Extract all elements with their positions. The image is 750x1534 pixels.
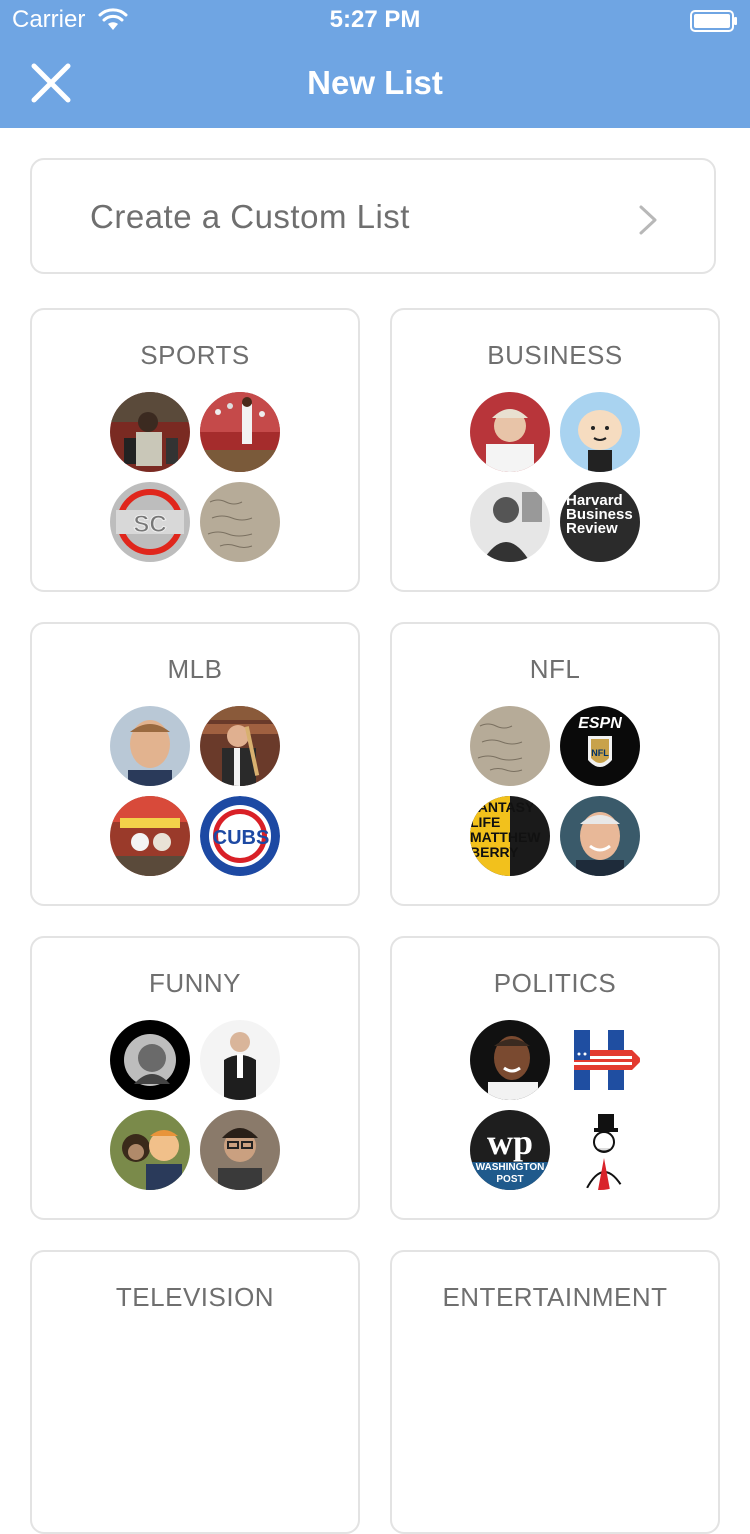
category-card-mlb[interactable]: MLB CUBS (30, 622, 360, 906)
avatar-cartoon-character (560, 392, 640, 472)
avatar-dogs-photo (110, 796, 190, 876)
avatar-sc-logo: SC (110, 482, 190, 562)
avatar-group: wp WASHINGTON POST (470, 1020, 642, 1192)
page-title: New List (307, 64, 443, 101)
avatar-h-logo (560, 1020, 640, 1100)
avatar-bw-man (470, 482, 550, 562)
avatar-man-smiling (470, 392, 550, 472)
avatar-man-headshot (110, 706, 190, 786)
avatar-man-glasses (200, 1110, 280, 1190)
wp-logo-mark: wp (487, 1122, 533, 1162)
wp-logo-name: WASHINGTON POST (475, 1162, 545, 1185)
chevron-right-icon (639, 205, 657, 235)
hbr-logo-text: Harvard Business Review (566, 494, 633, 537)
avatar-bw-portrait (110, 1020, 190, 1100)
avatar-monopoly-man (560, 1110, 640, 1190)
category-title: BUSINESS (487, 340, 623, 370)
avatar-obama (470, 1020, 550, 1100)
battery-icon (690, 10, 737, 32)
category-card-sports[interactable]: SPORTS SC (30, 308, 360, 592)
category-title: NFL (529, 654, 581, 684)
avatar-cubs-logo: CUBS (200, 796, 280, 876)
category-title: ENTERTAINMENT (442, 1282, 668, 1312)
status-time: 5:27 PM (329, 6, 421, 33)
nfl-logo-text: NFL (591, 748, 609, 758)
category-card-politics[interactable]: POLITICS wp WASHINGTON POST (390, 936, 720, 1220)
avatar-player-portrait (110, 392, 190, 472)
fantasy-life-text: FANTASY LIFE MATTHEW BERRY (470, 800, 541, 860)
avatar-baseball-crowd (200, 392, 280, 472)
category-title: POLITICS (493, 968, 617, 998)
navigation-bar: New List (0, 40, 750, 128)
category-title: TELEVISION (115, 1282, 275, 1312)
avatar-group: ESPN NFL FANTASY LIFE MATTHEW BERRY (470, 706, 642, 878)
avatar-coach-smiling (560, 796, 640, 876)
avatar-handwritten-note (470, 706, 550, 786)
cubs-logo-text: CUBS (213, 827, 270, 849)
sc-logo-text: SC (133, 511, 166, 538)
avatar-fantasy-life: FANTASY LIFE MATTHEW BERRY (470, 796, 550, 876)
category-title: SPORTS (140, 340, 250, 370)
category-card-television[interactable]: TELEVISION (30, 1250, 360, 1534)
avatar-group: SC (110, 392, 282, 564)
category-card-funny[interactable]: FUNNY (30, 936, 360, 1220)
category-card-entertainment[interactable]: ENTERTAINMENT (390, 1250, 720, 1534)
category-card-business[interactable]: BUSINESS Harvard Business Review (390, 308, 720, 592)
category-card-nfl[interactable]: NFL ESPN NFL FANTASY LIFE MATTHEW BERRY (390, 622, 720, 906)
category-title: FUNNY (148, 968, 242, 998)
espn-logo-text: ESPN (578, 715, 622, 732)
avatar-washington-post: wp WASHINGTON POST (470, 1110, 550, 1190)
custom-list-label: Create a Custom List (90, 198, 410, 235)
create-custom-list-button[interactable]: Create a Custom List (30, 158, 716, 274)
avatar-man-suit (200, 1020, 280, 1100)
avatar-man-bat (200, 706, 280, 786)
status-bar: Carrier 5:27 PM (0, 0, 750, 40)
avatar-harvard-business-review: Harvard Business Review (560, 482, 640, 562)
avatar-group (110, 1020, 282, 1192)
avatar-chimp-photo (110, 1110, 190, 1190)
avatar-handwritten-note (200, 482, 280, 562)
category-title: MLB (167, 654, 223, 684)
avatar-group: Harvard Business Review (470, 392, 642, 564)
avatar-espn-nfl: ESPN NFL (560, 706, 640, 786)
avatar-group: CUBS (110, 706, 282, 878)
